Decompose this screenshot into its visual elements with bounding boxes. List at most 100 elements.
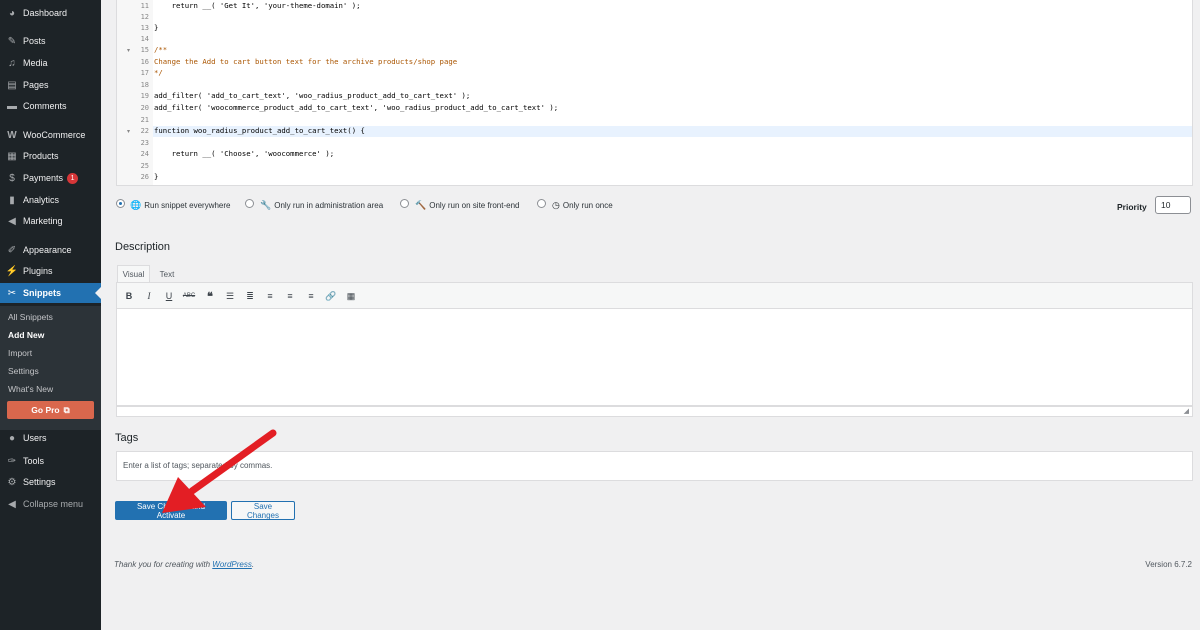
align-center-icon[interactable]: ≡ [283,290,297,302]
italic-icon[interactable]: I [142,290,156,302]
scissors-icon: ✂ [7,287,17,299]
woo-icon: W [7,129,17,141]
toolbar-toggle-icon[interactable]: ▦ [344,290,358,302]
megaphone-icon: ◀ [8,215,16,227]
code-line: } [154,172,159,181]
align-left-icon[interactable]: ≡ [263,290,277,302]
tab-visual[interactable]: Visual [117,265,150,282]
code-line: } [154,23,159,32]
align-right-icon[interactable]: ≡ [304,290,318,302]
line-number: 20 [140,104,149,112]
line-number: 22 [140,127,149,135]
menu-item-media[interactable]: ♫ Media [0,53,101,73]
code-line: Change the Add to cart button text for t… [154,57,458,66]
line-number: 15 [140,46,149,54]
line-number: 24 [140,150,149,158]
plugin-icon: ⚡ [5,265,19,277]
payments-badge: 1 [67,172,79,184]
paintbrush-icon: ✐ [7,244,17,256]
submenu-all-snippets[interactable]: All Snippets [8,312,53,322]
line-number: 26 [140,173,149,181]
comment-icon: ▬ [7,100,17,112]
menu-item-products[interactable]: ▦ Products [0,146,101,166]
line-number: 21 [140,116,149,124]
external-link-icon: ⧉ [63,404,70,415]
code-editor[interactable]: ▾ ▾ 11 12 13 14 15 16 17 18 19 20 21 22 … [116,0,1193,186]
editor-statusbar: ◢ [116,406,1193,417]
settings-icon: ⚙ [7,476,17,488]
save-changes-and-activate-button[interactable]: Save Changes and Activate [115,501,227,520]
radio-run-admin[interactable] [245,199,254,208]
menu-item-appearance[interactable]: ✐ Appearance [0,240,101,260]
strikethrough-icon[interactable]: ABC [182,290,196,302]
media-icon: ♫ [8,57,16,69]
globe-icon: 🌐 [130,200,142,210]
archive-icon: ▦ [7,150,17,162]
bullet-list-icon[interactable]: ☰ [223,290,237,302]
link-icon[interactable]: 🔗 [324,290,338,302]
option-run-admin[interactable]: 🔧 Only run in administration area [260,200,383,211]
menu-item-pages[interactable]: ▤ Pages [0,75,101,95]
option-run-once[interactable]: ◷ Only run once [552,200,613,211]
menu-item-tools[interactable]: ✑ Tools [0,451,101,471]
menu-item-dashboard[interactable]: ◕ Dashboard [0,3,101,23]
wrench-icon: 🔧 [260,200,272,210]
submenu-whats-new[interactable]: What's New [8,384,53,394]
code-line: */ [154,68,163,77]
menu-item-comments[interactable]: ▬ Comments [0,96,101,116]
resize-handle-icon[interactable]: ◢ [1184,407,1189,415]
go-pro-button[interactable]: Go Pro ⧉ [7,401,94,419]
radio-run-frontend[interactable] [400,199,409,208]
tags-heading: Tags [115,432,139,444]
numbered-list-icon[interactable]: ≣ [243,290,257,302]
tags-input[interactable]: Enter a list of tags; separated by comma… [116,451,1193,481]
menu-item-snippets[interactable]: ✂ Snippets [0,283,101,303]
code-line: add_filter( 'add_to_cart_text', 'woo_rad… [154,91,471,100]
radio-run-everywhere[interactable] [116,199,125,208]
underline-icon[interactable]: U [162,290,176,302]
code-line: function woo_radius_product_add_to_cart_… [154,126,365,135]
save-changes-button[interactable]: Save Changes [231,501,295,520]
page-icon: ▤ [7,79,17,91]
line-number: 16 [140,58,149,66]
hammer-icon: 🔨 [415,200,427,210]
menu-item-marketing[interactable]: ◀ Marketing [0,211,101,231]
line-number: 14 [140,35,149,43]
priority-label: Priority [1117,202,1147,212]
submenu-add-new[interactable]: Add New [8,330,44,340]
option-run-frontend[interactable]: 🔨 Only run on site front-end [415,200,520,211]
menu-item-users[interactable]: ● Users [0,428,101,448]
bold-icon[interactable]: B [122,290,136,302]
line-number: 13 [140,24,149,32]
submenu-settings[interactable]: Settings [8,366,39,376]
footer-thanks: Thank you for creating with WordPress. [114,560,255,569]
description-editor[interactable] [116,309,1193,406]
code-line: add_filter( 'woocommerce_product_add_to_… [154,103,559,112]
line-number: 25 [140,162,149,170]
tab-text[interactable]: Text [154,265,180,282]
code-line: /** [154,45,168,54]
menu-item-plugins[interactable]: ⚡ Plugins [0,261,101,281]
submenu-import[interactable]: Import [8,348,32,358]
pin-icon: ✎ [7,35,17,47]
menu-item-woocommerce[interactable]: W WooCommerce [0,125,101,145]
priority-input[interactable] [1155,196,1191,214]
line-number: 23 [140,139,149,147]
editor-toolbar: B I U ABC ❝ ☰ ≣ ≡ ≡ ≡ 🔗 ▦ [116,282,1193,309]
collapse-icon: ◀ [8,498,16,510]
dollar-icon: $ [9,172,15,184]
line-number: 19 [140,92,149,100]
user-icon: ● [8,432,16,444]
menu-item-settings[interactable]: ⚙ Settings [0,472,101,492]
footer-version: Version 6.7.2 [1145,560,1192,569]
menu-item-collapse[interactable]: ◀ Collapse menu [0,494,101,514]
menu-item-analytics[interactable]: ▮ Analytics [0,190,101,210]
blockquote-icon[interactable]: ❝ [203,290,217,303]
line-number: 17 [140,69,149,77]
menu-item-posts[interactable]: ✎ Posts [0,31,101,51]
menu-item-payments[interactable]: $ Payments 1 [0,168,101,188]
option-run-everywhere[interactable]: 🌐 Run snippet everywhere [130,200,231,211]
wrench-icon: ✑ [7,455,17,467]
radio-run-once[interactable] [537,199,546,208]
wordpress-link[interactable]: WordPress [212,560,252,569]
